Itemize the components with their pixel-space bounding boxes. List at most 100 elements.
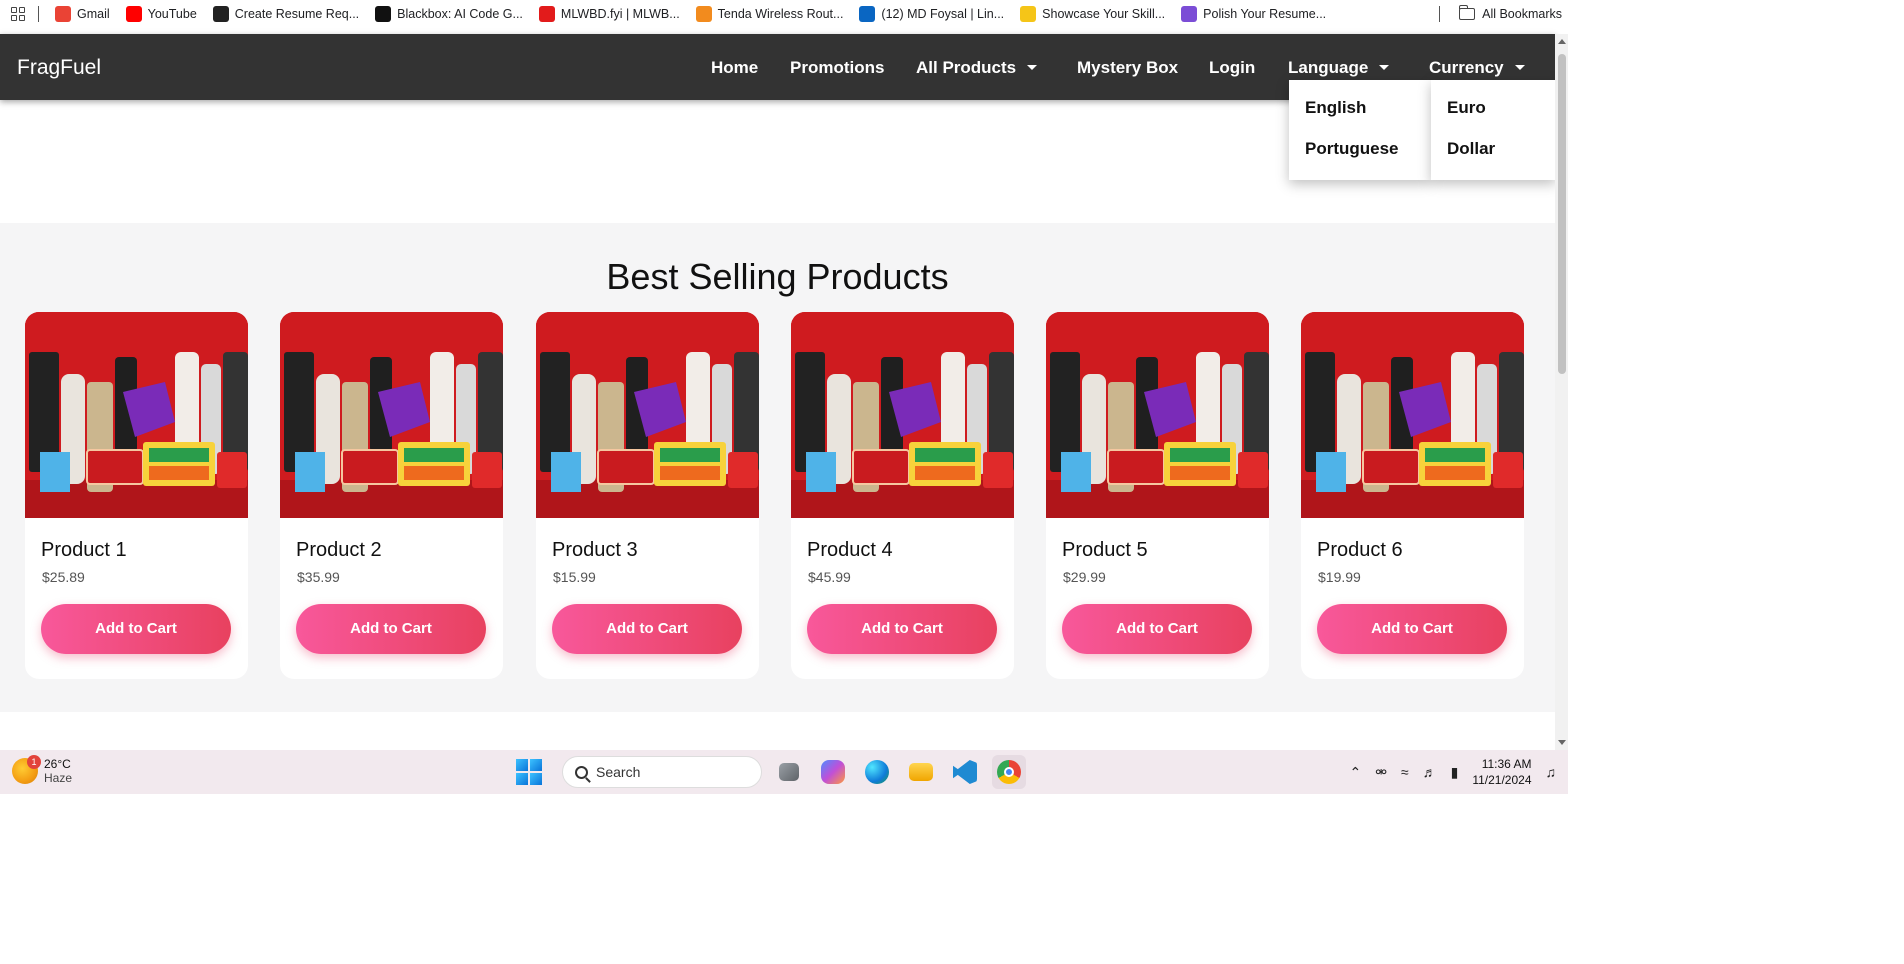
caret-down-icon — [1027, 65, 1038, 71]
page-scrollbar[interactable] — [1555, 34, 1568, 750]
product-card[interactable]: Product 1 $25.89 Add to Cart — [25, 312, 248, 679]
system-clock[interactable]: 11:36 AM 11/21/2024 — [1472, 756, 1531, 788]
bookmark-item[interactable]: Tenda Wireless Rout... — [688, 0, 852, 28]
scroll-up-arrow-icon[interactable] — [1558, 39, 1566, 44]
product-image[interactable] — [791, 312, 1014, 518]
bookmark-label: Create Resume Req... — [234, 7, 360, 21]
caret-down-icon — [1514, 65, 1525, 71]
product-image[interactable] — [1301, 312, 1524, 518]
bookmark-item[interactable]: Blackbox: AI Code G... — [367, 0, 531, 28]
bookmark-label: Blackbox: AI Code G... — [397, 7, 523, 21]
edge-browser-icon[interactable] — [860, 755, 894, 789]
add-to-cart-button[interactable]: Add to Cart — [296, 604, 486, 654]
task-view-icon[interactable] — [772, 755, 806, 789]
weather-widget[interactable]: 1 26°C Haze — [12, 755, 73, 785]
bookmark-item[interactable]: YouTube — [118, 0, 205, 28]
microphone-icon[interactable]: ⚮ — [1375, 764, 1387, 781]
product-name: Product 1 — [41, 539, 127, 561]
product-card[interactable]: Product 4 $45.99 Add to Cart — [791, 312, 1014, 679]
product-name: Product 2 — [296, 539, 382, 561]
bookmark-item[interactable]: Create Resume Req... — [205, 0, 367, 28]
product-card[interactable]: Product 3 $15.99 Add to Cart — [536, 312, 759, 679]
product-image-graphic — [1046, 312, 1269, 518]
folder-icon — [1458, 5, 1476, 20]
chevron-up-icon[interactable]: ⌃ — [1349, 764, 1361, 781]
product-image[interactable] — [280, 312, 503, 518]
bookmark-item[interactable]: (12) MD Foysal | Lin... — [851, 0, 1012, 28]
nav-promotions[interactable]: Promotions — [790, 58, 884, 78]
scroll-down-arrow-icon[interactable] — [1558, 740, 1566, 745]
nav-login[interactable]: Login — [1209, 58, 1255, 78]
product-card[interactable]: Product 6 $19.99 Add to Cart — [1301, 312, 1524, 679]
bookmark-item[interactable]: Showcase Your Skill... — [1012, 0, 1173, 28]
nav-home[interactable]: Home — [711, 58, 758, 78]
nav-all-products[interactable]: All Products — [916, 58, 1038, 78]
file-explorer-icon[interactable] — [904, 755, 938, 789]
add-to-cart-button[interactable]: Add to Cart — [807, 604, 997, 654]
bookmarks-list: Gmail YouTube Create Resume Req... Blackbox… — [47, 0, 1334, 28]
product-name: Product 4 — [807, 539, 893, 561]
bookmark-label: YouTube — [147, 7, 197, 21]
nav-currency[interactable]: Currency — [1429, 58, 1525, 78]
all-bookmarks-button[interactable]: All Bookmarks — [1458, 0, 1562, 28]
currency-option-dollar[interactable]: Dollar — [1431, 129, 1556, 170]
bookmark-label: MLWBD.fyi | MLWB... — [560, 7, 680, 21]
brand-logo[interactable]: FragFuel — [17, 56, 101, 80]
product-name: Product 3 — [552, 539, 638, 561]
language-option-english[interactable]: English — [1289, 88, 1431, 129]
chrome-browser-icon[interactable] — [992, 755, 1026, 789]
battery-icon[interactable]: ▮ — [1451, 764, 1459, 781]
weather-desc: Haze — [44, 771, 73, 785]
section-title: Best Selling Products — [606, 256, 949, 297]
bookmark-favicon-icon — [859, 6, 876, 22]
system-tray: ⌃ ⚮ ≈ ♬ ▮ 11:36 AM 11/21/2024 ♫ — [1349, 750, 1556, 794]
wifi-icon[interactable]: ≈ — [1401, 764, 1409, 780]
bookmark-item[interactable]: MLWBD.fyi | MLWB... — [531, 0, 688, 28]
product-image[interactable] — [536, 312, 759, 518]
product-image-graphic — [1301, 312, 1524, 518]
all-bookmarks-label: All Bookmarks — [1482, 7, 1562, 21]
product-image[interactable] — [1046, 312, 1269, 518]
product-price: $29.99 — [1063, 569, 1106, 585]
product-price: $45.99 — [808, 569, 851, 585]
product-price: $15.99 — [553, 569, 596, 585]
windows-taskbar: 1 26°C Haze Search ⌃ ⚮ ≈ ♬ ▮ 11:36 AM 11… — [0, 750, 1568, 794]
scroll-thumb[interactable] — [1558, 54, 1566, 374]
bookmark-label: Showcase Your Skill... — [1042, 7, 1166, 21]
product-price: $35.99 — [297, 569, 340, 585]
taskbar-apps: Search — [516, 755, 1026, 789]
add-to-cart-button[interactable]: Add to Cart — [1317, 604, 1507, 654]
language-dropdown: English Portuguese — [1289, 80, 1431, 180]
product-image-graphic — [791, 312, 1014, 518]
taskbar-search[interactable]: Search — [562, 756, 762, 788]
bookmark-item[interactable]: Gmail — [47, 0, 118, 28]
add-to-cart-button[interactable]: Add to Cart — [552, 604, 742, 654]
apps-grid-icon[interactable] — [0, 0, 36, 28]
bookmark-label: Polish Your Resume... — [1203, 7, 1327, 21]
bookmark-label: (12) MD Foysal | Lin... — [881, 7, 1005, 21]
notification-bell-icon[interactable]: ♫ — [1546, 764, 1557, 780]
bookmark-favicon-icon — [125, 6, 142, 22]
product-card[interactable]: Product 2 $35.99 Add to Cart — [280, 312, 503, 679]
vscode-icon[interactable] — [948, 755, 982, 789]
add-to-cart-button[interactable]: Add to Cart — [41, 604, 231, 654]
bookmark-favicon-icon — [1020, 6, 1037, 22]
add-to-cart-button[interactable]: Add to Cart — [1062, 604, 1252, 654]
search-icon — [575, 765, 588, 779]
clock-time: 11:36 AM — [1481, 757, 1532, 771]
product-image[interactable] — [25, 312, 248, 518]
language-option-portuguese[interactable]: Portuguese — [1289, 129, 1431, 170]
product-card[interactable]: Product 5 $29.99 Add to Cart — [1046, 312, 1269, 679]
currency-option-euro[interactable]: Euro — [1431, 88, 1556, 129]
volume-icon[interactable]: ♬ — [1423, 764, 1437, 780]
product-name: Product 5 — [1062, 539, 1148, 561]
nav-mystery-box[interactable]: Mystery Box — [1077, 58, 1178, 78]
nav-currency-label: Currency — [1429, 58, 1504, 77]
windows-start-icon[interactable] — [516, 759, 542, 785]
nav-language[interactable]: Language — [1288, 58, 1390, 78]
bookmark-item[interactable]: Polish Your Resume... — [1173, 0, 1334, 28]
currency-dropdown: Euro Dollar — [1431, 80, 1556, 180]
copilot-icon[interactable] — [816, 755, 850, 789]
nav-language-label: Language — [1288, 58, 1369, 77]
bookmark-favicon-icon — [375, 6, 392, 22]
